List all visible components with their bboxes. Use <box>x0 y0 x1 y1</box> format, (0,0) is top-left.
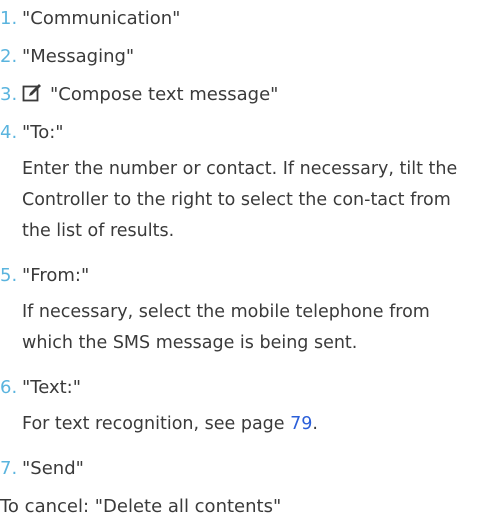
compose-icon <box>22 79 42 102</box>
step-label: "Send" <box>22 458 84 479</box>
step-number: 5. <box>0 265 18 286</box>
step-communication: 1. "Communication" <box>0 0 477 38</box>
instruction-list: 1. "Communication" 2. "Messaging" 3. "Co… <box>0 0 477 526</box>
description-suffix: . <box>312 414 318 434</box>
step-label: "From:" <box>22 265 90 286</box>
step-number: 3. <box>0 84 18 105</box>
step-number: 4. <box>0 122 18 143</box>
step-from: 5. "From:" If necessary, select the mobi… <box>0 257 477 369</box>
step-description: For text recognition, see page 79. <box>22 407 477 450</box>
cancel-instruction: To cancel: "Delete all contents" <box>0 496 282 517</box>
step-number: 1. <box>0 8 18 29</box>
step-label: "Compose text message" <box>50 84 279 105</box>
step-label: "To:" <box>22 122 64 143</box>
step-messaging: 2. "Messaging" <box>0 38 477 76</box>
page-reference-link[interactable]: 79 <box>290 414 312 434</box>
step-label: "Text:" <box>22 377 82 398</box>
step-send: 7. "Send" <box>0 450 477 488</box>
step-number: 7. <box>0 458 18 479</box>
step-label: "Messaging" <box>22 46 135 67</box>
step-compose: 3. "Compose text message" <box>0 76 477 114</box>
step-to: 4. "To:" Enter the number or contact. If… <box>0 114 477 257</box>
step-number: 6. <box>0 377 18 398</box>
step-label: "Communication" <box>22 8 181 29</box>
step-number: 2. <box>0 46 18 67</box>
description-text: For text recognition, see page <box>22 414 291 434</box>
step-text: 6. "Text:" For text recognition, see pag… <box>0 369 477 450</box>
step-description: Enter the number or contact. If necessar… <box>22 159 458 241</box>
step-description: If necessary, select the mobile telephon… <box>22 302 430 353</box>
